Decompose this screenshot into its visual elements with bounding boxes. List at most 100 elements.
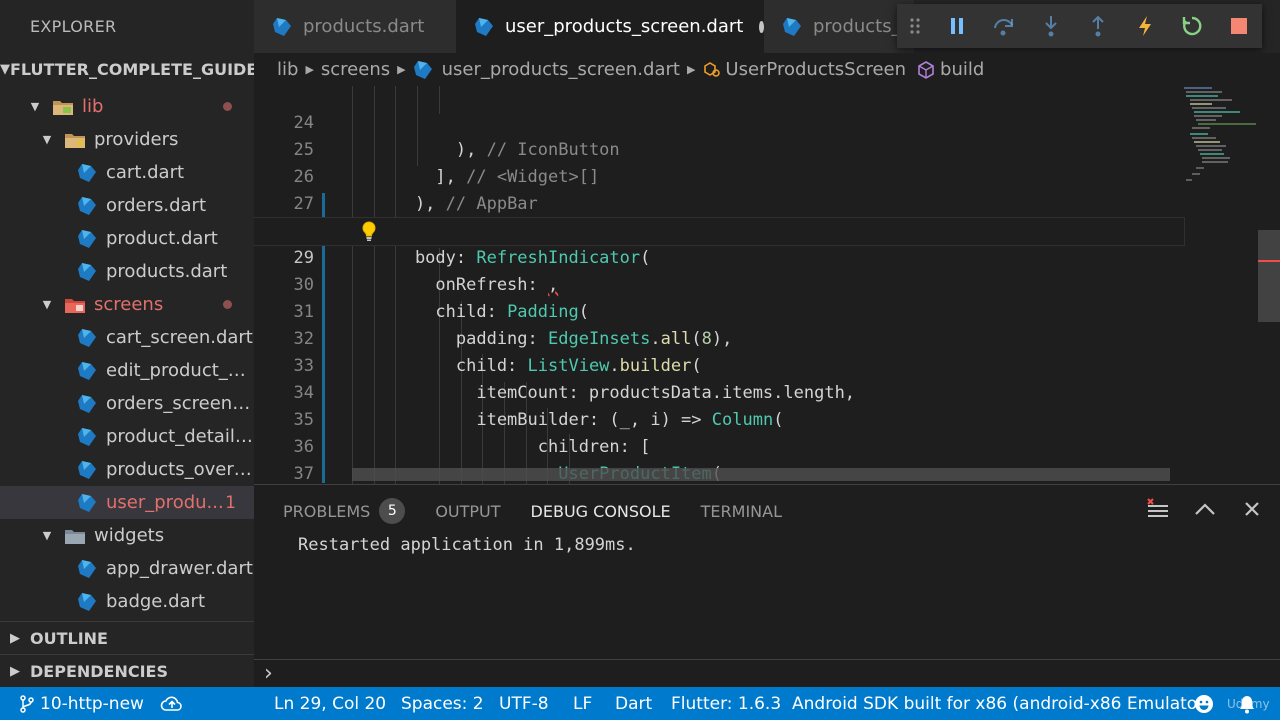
horizontal-scrollbar[interactable]: [352, 468, 1170, 481]
error-scroll-marker: [1258, 260, 1280, 262]
indentation-setting[interactable]: Spaces: 2: [401, 687, 484, 720]
pause-icon[interactable]: [933, 4, 980, 48]
chevron-right-icon: ▶: [305, 63, 314, 76]
tab-output[interactable]: OUTPUT: [435, 502, 500, 521]
outline-section-header[interactable]: ▶ OUTLINE: [0, 621, 254, 654]
tree-label: app_drawer.dart: [106, 558, 253, 579]
flutter-version[interactable]: Flutter: 1.6.3: [671, 687, 781, 720]
dart-file-icon: [76, 492, 98, 514]
minimap[interactable]: [1182, 86, 1256, 186]
code-line: 24 ), // IconButton: [254, 86, 1184, 160]
tree-file-products[interactable]: products.dart: [0, 255, 254, 288]
feedback-smiley-icon[interactable]: [1194, 687, 1214, 720]
chevron-down-icon: ▼: [42, 133, 52, 146]
tree-label: cart_screen.dart: [106, 327, 253, 348]
chevron-down-icon: ▼: [42, 529, 52, 542]
tree-label: lib: [82, 96, 104, 117]
tree-label: products.dart: [106, 261, 228, 282]
tree-label: product_detail_...: [106, 426, 254, 447]
tree-file-edit-product[interactable]: edit_product_sc...: [0, 354, 254, 387]
tree-file-orders-screen[interactable]: orders_screen.d...: [0, 387, 254, 420]
dependencies-section-header[interactable]: ▶ DEPENDENCIES: [0, 654, 254, 687]
close-panel-icon[interactable]: [1240, 497, 1264, 521]
code-line: 26 ), // AppBar: [254, 137, 1184, 214]
dart-file-icon: [474, 17, 494, 37]
folder-lib-icon: [52, 96, 74, 118]
step-into-icon[interactable]: [1027, 4, 1074, 48]
file-encoding[interactable]: UTF-8: [499, 687, 549, 720]
sync-cloud-icon[interactable]: [160, 687, 184, 720]
language-mode[interactable]: Dart: [615, 687, 652, 720]
stop-icon[interactable]: [1215, 4, 1262, 48]
tab-problems[interactable]: PROBLEMS 5: [283, 498, 406, 524]
chevron-down-icon: ▼: [42, 298, 52, 311]
tree-file-user-products[interactable]: user_produ... 1: [0, 486, 254, 519]
tree-folder-widgets[interactable]: ▼ widgets: [0, 519, 254, 552]
tab-products-dart[interactable]: products.dart: [254, 0, 456, 53]
tree-label: orders.dart: [106, 195, 207, 216]
tree-file-orders[interactable]: orders.dart: [0, 189, 254, 222]
tree-file-cart[interactable]: cart.dart: [0, 156, 254, 189]
breadcrumb-class[interactable]: UserProductsScreen: [725, 59, 906, 80]
breadcrumb-file[interactable]: user_products_screen.dart: [442, 59, 680, 80]
tab-products-provider[interactable]: products_: [764, 0, 914, 53]
dart-file-icon: [76, 195, 98, 217]
console-output: Restarted application in 1,899ms.: [298, 535, 636, 555]
method-symbol-icon: [916, 60, 936, 80]
code-line: 25 ], // <Widget>[]: [254, 110, 1184, 187]
breadcrumb-folder-lib[interactable]: lib: [277, 59, 298, 80]
class-symbol-icon: [702, 60, 722, 80]
chevron-down-icon: ▼: [30, 100, 40, 113]
tree-file-app-drawer[interactable]: app_drawer.dart: [0, 552, 254, 585]
dart-file-icon: [413, 60, 433, 80]
code-line: 36 UserProductItem(: [254, 407, 1184, 484]
tree-file-products-overview[interactable]: products_overvi...: [0, 453, 254, 486]
tree-file-product[interactable]: product.dart: [0, 222, 254, 255]
code-line: 30 child: Padding(: [254, 245, 1184, 322]
tab-terminal[interactable]: TERMINAL: [701, 502, 782, 521]
chevron-down-icon: ▼: [0, 62, 10, 77]
lightning-icon[interactable]: [1121, 4, 1168, 48]
tree-file-badge[interactable]: badge.dart: [0, 585, 254, 618]
tree-label: products_overvi...: [106, 459, 254, 480]
dart-file-icon: [76, 459, 98, 481]
tree-file-cart-screen[interactable]: cart_screen.dart: [0, 321, 254, 354]
chevron-right-icon: ▶: [397, 63, 406, 76]
tree-folder-screens[interactable]: ▼ screens: [0, 288, 254, 321]
step-over-icon[interactable]: [980, 4, 1027, 48]
end-of-line[interactable]: LF: [573, 687, 592, 720]
modified-dot: [223, 102, 232, 111]
breadcrumb-folder-screens[interactable]: screens: [321, 59, 390, 80]
project-section-header[interactable]: ▼ FLUTTER_COMPLETE_GUIDE: [0, 53, 254, 86]
maximize-panel-icon[interactable]: [1193, 497, 1217, 521]
tree-label: user_produ...: [106, 492, 224, 513]
code-editor[interactable]: 24 ), // IconButton 25 ], // <Widget>[] …: [254, 86, 1280, 484]
console-input[interactable]: ›: [254, 659, 1280, 688]
tree-label: orders_screen.d...: [106, 393, 254, 414]
code-lines: 24 ), // IconButton 25 ], // <Widget>[] …: [254, 86, 1185, 484]
vertical-scrollbar[interactable]: [1258, 230, 1280, 322]
breadcrumb-method[interactable]: build: [940, 59, 984, 80]
code-line: 28 body: RefreshIndicator(: [254, 191, 1184, 268]
git-branch-status[interactable]: 10-http-new: [20, 687, 144, 720]
clear-console-icon[interactable]: [1146, 497, 1170, 521]
tree-folder-providers[interactable]: ▼ providers: [0, 123, 254, 156]
explorer-title: EXPLORER: [30, 17, 117, 36]
tree-file-product-detail[interactable]: product_detail_...: [0, 420, 254, 453]
restart-icon[interactable]: [1168, 4, 1215, 48]
step-out-icon[interactable]: [1074, 4, 1121, 48]
device-selector[interactable]: Android SDK built for x86 (android-x86 E…: [792, 687, 1211, 720]
dart-file-icon: [76, 360, 98, 382]
chevron-right-icon: ▶: [10, 663, 20, 679]
cursor-position[interactable]: Ln 29, Col 20: [274, 687, 386, 720]
tab-label: DEBUG CONSOLE: [530, 501, 671, 521]
code-line: 27 drawer: AppDrawer(),: [254, 164, 1184, 241]
lightbulb-icon[interactable]: [360, 220, 378, 242]
tab-user-products-screen[interactable]: user_products_screen.dart: [456, 0, 764, 53]
problem-count-badge: 1: [225, 492, 236, 513]
tree-folder-lib[interactable]: ▼ lib: [0, 90, 254, 123]
drag-grip-icon[interactable]: [897, 4, 933, 48]
tab-debug-console[interactable]: DEBUG CONSOLE: [531, 502, 671, 521]
tree-label: providers: [94, 129, 179, 150]
code-line: 33 itemCount: productsData.items.length,: [254, 326, 1184, 403]
